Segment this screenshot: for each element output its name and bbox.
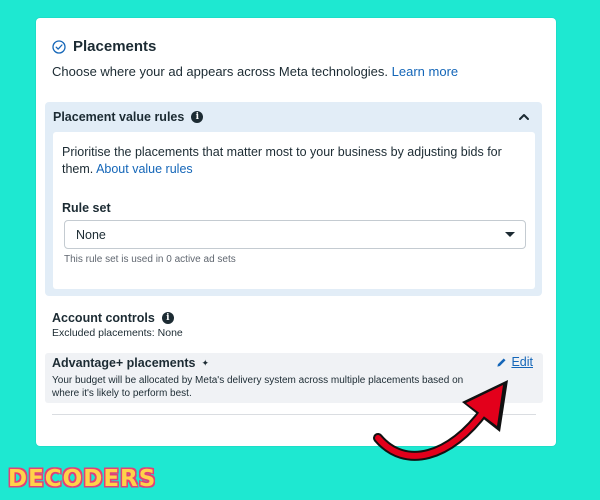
caret-down-icon (505, 232, 515, 237)
pencil-icon (497, 357, 506, 367)
rule-set-help-text: This rule set is used in 0 active ad set… (64, 254, 236, 265)
divider (52, 414, 536, 415)
value-rules-title: Placement value rules (53, 110, 185, 124)
info-icon[interactable]: i (191, 111, 204, 123)
about-value-rules-link[interactable]: About value rules (96, 162, 193, 176)
value-rules-body: Prioritise the placements that matter mo… (53, 132, 535, 289)
advantage-header: Advantage+ placements ✦ (52, 356, 209, 370)
chevron-up-icon[interactable] (518, 112, 530, 122)
decoders-logo: DECODERS (8, 466, 157, 492)
placement-value-rules-panel: Placement value rules i Prioritise the p… (45, 102, 542, 296)
edit-label[interactable]: Edit (511, 355, 533, 369)
rule-set-dropdown[interactable]: None (64, 220, 526, 249)
rule-set-value: None (76, 228, 106, 242)
rule-set-label: Rule set (62, 201, 111, 215)
placements-title: Placements (73, 38, 157, 55)
edit-button[interactable]: Edit (496, 355, 533, 369)
advantage-placements-row: Advantage+ placements ✦ Edit Your budget… (45, 353, 543, 403)
excluded-placements-text: Excluded placements: None (52, 327, 183, 339)
placements-header: Placements (52, 38, 156, 55)
learn-more-link[interactable]: Learn more (392, 64, 458, 79)
info-icon[interactable]: i (161, 312, 174, 324)
advantage-title: Advantage+ placements (52, 356, 196, 370)
sparkle-icon: ✦ (201, 357, 210, 368)
value-rules-description: Prioritise the placements that matter mo… (62, 145, 502, 176)
value-rules-header[interactable]: Placement value rules i (53, 110, 204, 124)
check-circle-icon (52, 39, 66, 54)
placements-description: Choose where your ad appears across Meta… (52, 64, 459, 79)
account-controls-header: Account controls i (52, 311, 174, 325)
placements-card: Placements Choose where your ad appears … (36, 18, 556, 446)
advantage-description: Your budget will be allocated by Meta's … (52, 375, 464, 399)
account-controls-title: Account controls (52, 311, 155, 325)
